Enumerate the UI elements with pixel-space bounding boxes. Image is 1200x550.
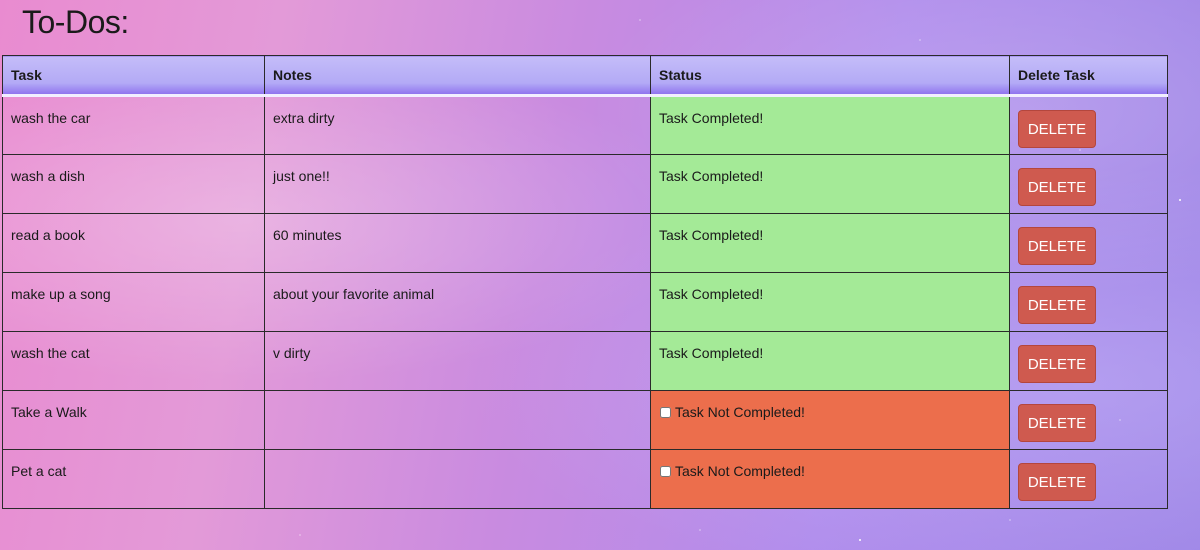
status-cell: Task Completed! [650, 272, 1010, 332]
notes-cell [264, 449, 651, 509]
header-status: Status [650, 55, 1010, 97]
status-cell: Task Completed! [650, 213, 1010, 273]
status-text: Task Completed! [659, 286, 764, 302]
notes-cell: v dirty [264, 331, 651, 391]
table-row: wash a dish just one!! Task Completed! D… [2, 154, 1168, 214]
delete-cell: DELETE [1009, 331, 1168, 391]
status-text: Task Completed! [659, 168, 764, 184]
delete-button[interactable]: DELETE [1018, 110, 1096, 148]
task-cell: make up a song [2, 272, 265, 332]
status-cell: Task Completed! [650, 154, 1010, 214]
delete-cell: DELETE [1009, 95, 1168, 155]
table-row: make up a song about your favorite anima… [2, 272, 1168, 332]
status-cell: Task Not Completed! [650, 449, 1010, 509]
task-cell: Take a Walk [2, 390, 265, 450]
notes-cell: extra dirty [264, 95, 651, 155]
task-cell: wash a dish [2, 154, 265, 214]
delete-button[interactable]: DELETE [1018, 404, 1096, 442]
status-text: Task Completed! [659, 110, 764, 126]
task-cell: read a book [2, 213, 265, 273]
complete-checkbox[interactable] [660, 407, 671, 418]
table-row: read a book 60 minutes Task Completed! D… [2, 213, 1168, 273]
delete-button[interactable]: DELETE [1018, 286, 1096, 324]
notes-cell: 60 minutes [264, 213, 651, 273]
status-cell: Task Not Completed! [650, 390, 1010, 450]
delete-cell: DELETE [1009, 213, 1168, 273]
header-task: Task [2, 55, 265, 97]
todo-table: Task Notes Status Delete Task wash the c… [2, 55, 1168, 509]
status-cell: Task Completed! [650, 331, 1010, 391]
table-row: wash the car extra dirty Task Completed!… [2, 95, 1168, 155]
delete-cell: DELETE [1009, 154, 1168, 214]
task-cell: Pet a cat [2, 449, 265, 509]
delete-cell: DELETE [1009, 449, 1168, 509]
delete-cell: DELETE [1009, 272, 1168, 332]
delete-cell: DELETE [1009, 390, 1168, 450]
status-text: Task Not Completed! [675, 463, 805, 479]
status-cell: Task Completed! [650, 95, 1010, 155]
table-row: wash the cat v dirty Task Completed! DEL… [2, 331, 1168, 391]
complete-checkbox[interactable] [660, 466, 671, 477]
delete-button[interactable]: DELETE [1018, 345, 1096, 383]
table-header-row: Task Notes Status Delete Task [2, 55, 1168, 97]
page-title: To-Dos: [22, 4, 129, 40]
task-cell: wash the cat [2, 331, 265, 391]
table-row: Take a Walk Task Not Completed! DELETE [2, 390, 1168, 450]
task-cell: wash the car [2, 95, 265, 155]
delete-button[interactable]: DELETE [1018, 168, 1096, 206]
delete-button[interactable]: DELETE [1018, 227, 1096, 265]
header-delete-task: Delete Task [1009, 55, 1168, 97]
table-row: Pet a cat Task Not Completed! DELETE [2, 449, 1168, 509]
notes-cell: just one!! [264, 154, 651, 214]
delete-button[interactable]: DELETE [1018, 463, 1096, 501]
status-text: Task Completed! [659, 345, 764, 361]
status-text: Task Completed! [659, 227, 764, 243]
header-notes: Notes [264, 55, 651, 97]
notes-cell: about your favorite animal [264, 272, 651, 332]
status-text: Task Not Completed! [675, 404, 805, 420]
notes-cell [264, 390, 651, 450]
